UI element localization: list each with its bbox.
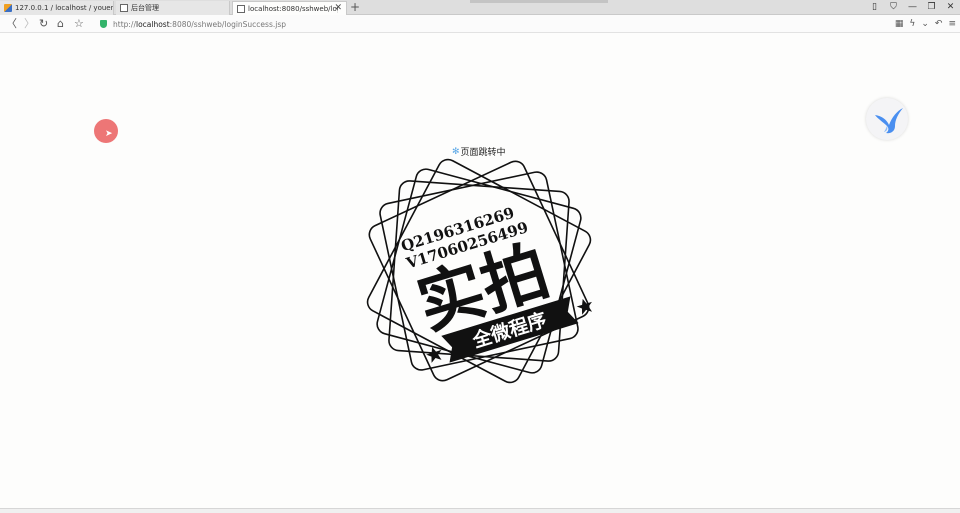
lightning-icon[interactable]: ϟ	[909, 16, 915, 32]
star-icon	[576, 298, 593, 315]
star-icon[interactable]: ☆	[74, 16, 84, 32]
restore-icon[interactable]: ❐	[922, 2, 941, 12]
drag-handle[interactable]	[470, 0, 608, 3]
account-icon[interactable]: ▯	[865, 2, 884, 12]
page-favicon-icon	[120, 4, 128, 12]
reload-icon[interactable]: ↻	[39, 16, 48, 32]
tab-admin[interactable]: 后台管理	[116, 1, 230, 15]
undo-icon[interactable]: ↶	[935, 16, 943, 32]
page-favicon-icon	[237, 4, 245, 13]
grid-icon[interactable]: ▦	[895, 16, 904, 32]
tab-label: localhost:8080/sshweb/loginS	[248, 4, 338, 13]
minimize-icon[interactable]: —	[903, 2, 922, 12]
cursor-icon: ➤	[105, 129, 113, 139]
close-icon[interactable]: ✕	[334, 3, 342, 13]
shirt-icon[interactable]: ⛉	[884, 2, 903, 12]
tab-login-success[interactable]: localhost:8080/sshweb/loginS ✕	[232, 1, 347, 15]
navigation-bar: 〈 〉 ↻ ⌂ ☆ http://localhost:8080/sshweb/l…	[0, 15, 960, 33]
bird-icon	[875, 108, 903, 134]
tab-label: 127.0.0.1 / localhost / youery	[15, 4, 113, 12]
watermark-stamp: Q2196316269 V17060256499 实拍 全微程序	[366, 158, 593, 384]
tab-strip: 127.0.0.1 / localhost / youery 后台管理 loca…	[0, 0, 960, 15]
page-content: ➤ ✻ 页面跳转中 Q2196316269 V17060256499 实拍 全微…	[0, 34, 960, 508]
database-favicon-icon	[4, 4, 12, 12]
home-icon[interactable]: ⌂	[57, 16, 64, 32]
back-icon[interactable]: 〈	[6, 16, 17, 32]
tab-label: 后台管理	[131, 4, 159, 12]
forward-icon[interactable]: 〉	[24, 16, 35, 32]
close-window-icon[interactable]: ✕	[941, 2, 960, 12]
nav-tools: ▦ ϟ ⌄ ↶ ≡	[895, 16, 956, 32]
url-text: http://localhost:8080/sshweb/loginSucces…	[113, 19, 286, 29]
tab-phpmyadmin[interactable]: 127.0.0.1 / localhost / youery	[0, 1, 114, 15]
bird-button[interactable]	[866, 98, 908, 140]
menu-icon[interactable]: ≡	[948, 16, 956, 32]
status-bar	[0, 508, 960, 513]
new-tab-button[interactable]: +	[350, 0, 360, 14]
chevron-down-icon[interactable]: ⌄	[921, 16, 929, 32]
window-controls: ▯ ⛉ — ❐ ✕	[865, 0, 960, 14]
shield-icon	[100, 20, 107, 28]
address-bar[interactable]: http://localhost:8080/sshweb/loginSucces…	[100, 17, 880, 31]
